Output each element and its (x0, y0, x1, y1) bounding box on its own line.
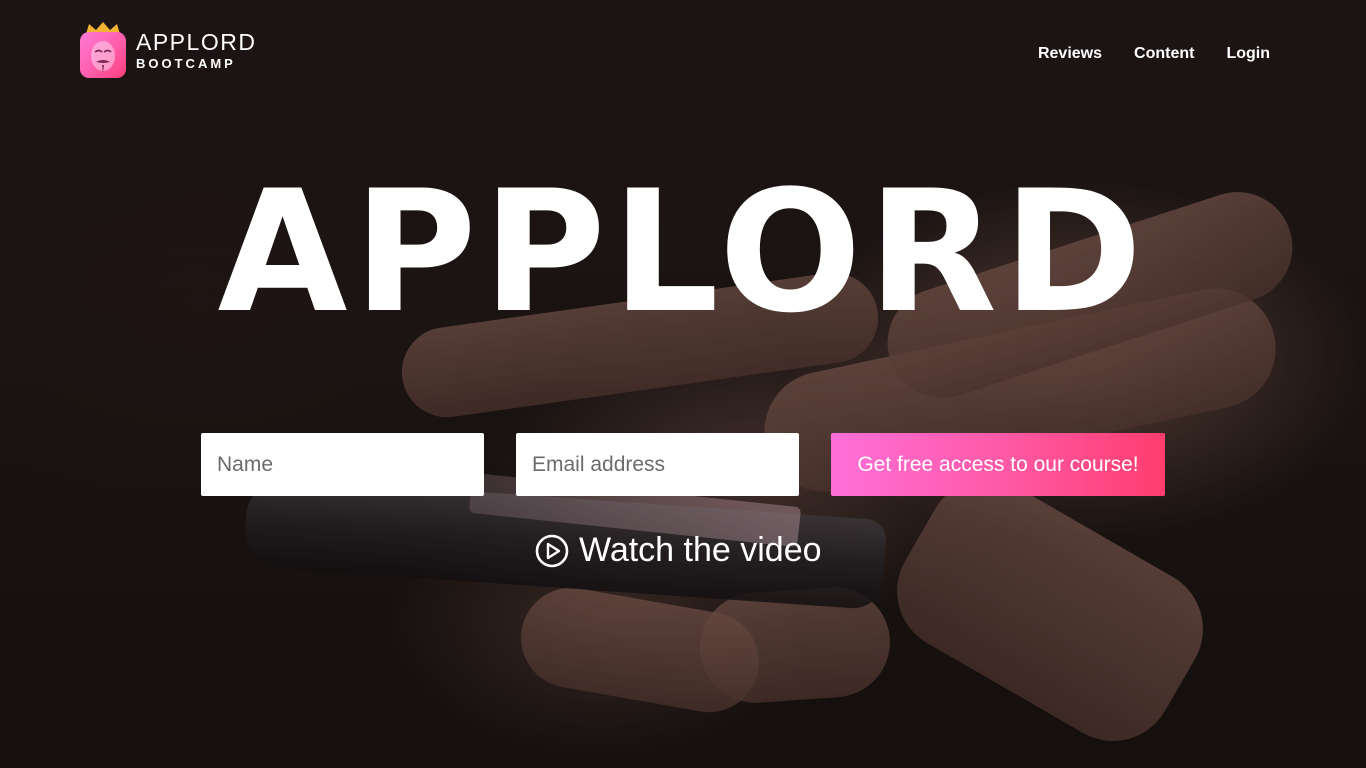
nav-link-reviews[interactable]: Reviews (1038, 45, 1102, 63)
site-header: APPLORD BOOTCAMP Reviews Content Login (0, 0, 1366, 110)
signup-form: Get free access to our course! (201, 433, 1165, 496)
logo-mask-icon (80, 22, 126, 78)
hero-overlay (0, 0, 1366, 768)
watch-video-label: Watch the video (579, 531, 822, 569)
nav-link-login[interactable]: Login (1226, 45, 1270, 63)
brand-title: APPLORD (136, 28, 257, 55)
play-circle-icon (535, 534, 569, 567)
email-input[interactable] (516, 433, 799, 496)
brand-subtitle: BOOTCAMP (136, 55, 236, 71)
hero-title: APPLORD (217, 154, 1149, 350)
get-free-access-button[interactable]: Get free access to our course! (831, 433, 1165, 496)
watch-video-link[interactable]: Watch the video (535, 531, 822, 570)
nav-link-content[interactable]: Content (1134, 45, 1194, 63)
main-nav: Reviews Content Login (1038, 45, 1270, 63)
name-input[interactable] (201, 433, 484, 496)
brand-logo[interactable]: APPLORD BOOTCAMP (80, 22, 256, 78)
